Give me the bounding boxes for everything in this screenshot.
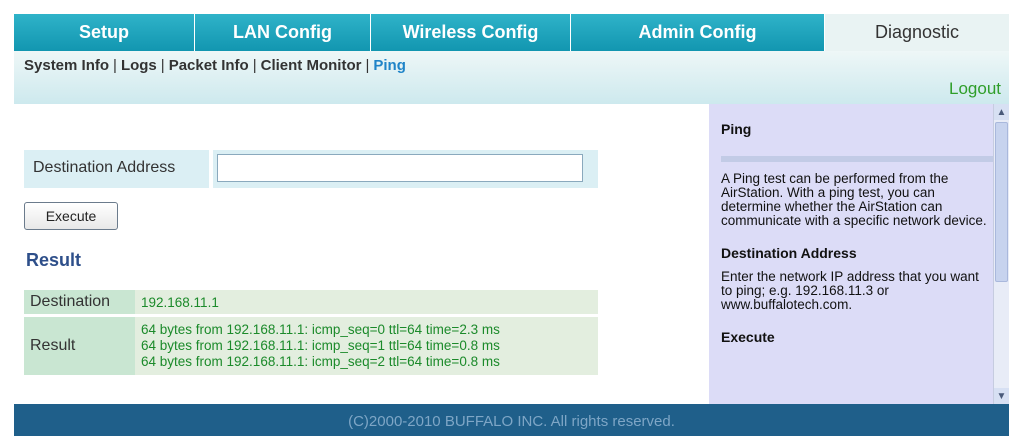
sub-nav-links: System Info | Logs | Packet Info | Client M… [20, 57, 410, 74]
ping-output: 64 bytes from 192.168.11.1: icmp_seq=0 t… [135, 317, 598, 375]
result-table: Destination 192.168.11.1 Result 64 bytes… [24, 287, 598, 378]
sub-nav: System Info | Logs | Packet Info | Client M… [14, 51, 1009, 104]
help-intro: A Ping test can be performed from the Ai… [721, 171, 987, 228]
tab-diagnostic[interactable]: Diagnostic [825, 14, 1009, 51]
result-label: Result [24, 317, 135, 375]
help-panel: Ping A Ping test can be performed from t… [709, 104, 1009, 404]
help-content: Ping A Ping test can be performed from t… [721, 122, 993, 344]
sublink-logs[interactable]: Logs [117, 57, 161, 74]
tab-setup[interactable]: Setup [14, 14, 195, 51]
help-execute-heading: Execute [721, 329, 775, 345]
help-scrollbar[interactable]: ▲ ▼ [993, 104, 1009, 404]
destination-value: 192.168.11.1 [135, 290, 598, 314]
copyright-text: (C)2000-2010 BUFFALO INC. All rights res… [348, 413, 675, 430]
main-content: Destination Address Execute Result Desti… [14, 104, 708, 404]
help-title: Ping [721, 121, 752, 137]
scroll-thumb[interactable] [995, 122, 1008, 282]
help-destination-heading: Destination Address [721, 245, 857, 261]
sublink-ping[interactable]: Ping [369, 57, 410, 74]
destination-address-label: Destination Address [33, 159, 176, 176]
ping-line: 64 bytes from 192.168.11.1: icmp_seq=2 t… [141, 354, 500, 369]
scroll-down-arrow-icon[interactable]: ▼ [994, 388, 1009, 404]
destination-row: Destination Address [24, 150, 598, 188]
ping-line: 64 bytes from 192.168.11.1: icmp_seq=0 t… [141, 322, 500, 337]
help-destination-text: Enter the network IP address that you wa… [721, 269, 979, 312]
sublink-client-monitor[interactable]: Client Monitor [257, 57, 366, 74]
tab-lan-config[interactable]: LAN Config [195, 14, 371, 51]
main-nav: Setup LAN Config Wireless Config Admin C… [14, 14, 1009, 51]
logout-link[interactable]: Logout [949, 79, 1001, 99]
result-heading: Result [26, 250, 82, 270]
row-divider [209, 150, 213, 188]
destination-label: Destination [24, 290, 135, 314]
footer: (C)2000-2010 BUFFALO INC. All rights res… [14, 404, 1009, 436]
sublink-system-info[interactable]: System Info [20, 57, 113, 74]
table-row: Destination 192.168.11.1 [24, 290, 598, 314]
tab-admin-config[interactable]: Admin Config [571, 14, 825, 51]
execute-button[interactable]: Execute [24, 202, 118, 230]
destination-address-input[interactable] [217, 154, 583, 182]
table-row: Result 64 bytes from 192.168.11.1: icmp_… [24, 317, 598, 375]
help-divider [721, 156, 993, 162]
tab-wireless-config[interactable]: Wireless Config [371, 14, 571, 51]
ping-line: 64 bytes from 192.168.11.1: icmp_seq=1 t… [141, 338, 500, 353]
scroll-up-arrow-icon[interactable]: ▲ [994, 104, 1009, 120]
sublink-packet-info[interactable]: Packet Info [165, 57, 253, 74]
